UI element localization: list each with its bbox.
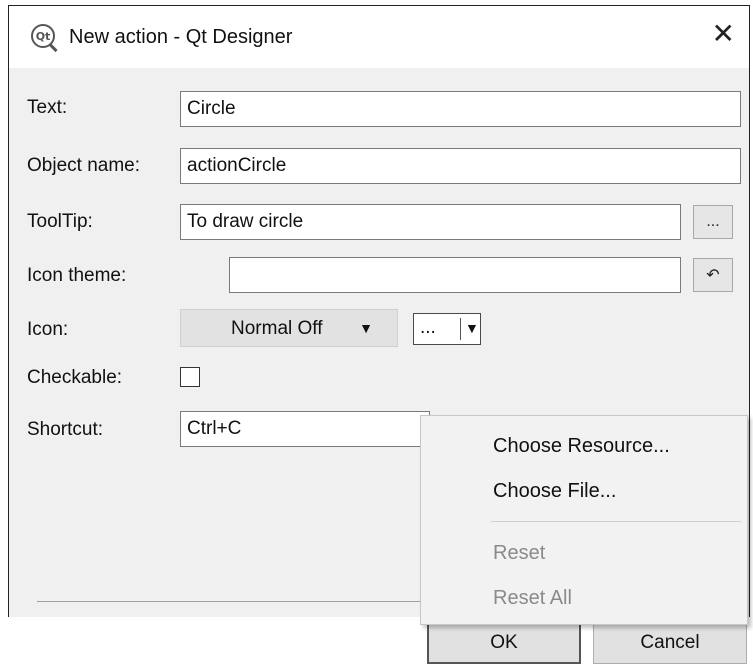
dialog-window: Qt New action - Qt Designer ✕ Text: Obje… <box>8 5 750 664</box>
window-title: New action - Qt Designer <box>69 26 293 48</box>
menu-item-reset-all: Reset All <box>493 587 572 609</box>
tooltip-label: ToolTip: <box>27 211 93 232</box>
separator-line <box>37 601 427 602</box>
ok-button[interactable]: OK <box>427 622 581 664</box>
text-label: Text: <box>27 97 68 118</box>
icon-dropdown-menu: Choose Resource... Choose File... Reset … <box>420 415 748 625</box>
icon-theme-field[interactable] <box>229 257 681 293</box>
icon-mode-value: Normal Off <box>231 318 323 339</box>
shortcut-label: Shortcut: <box>27 419 104 440</box>
text-field[interactable] <box>180 91 741 127</box>
checkable-label: Checkable: <box>27 367 123 388</box>
shortcut-field[interactable] <box>180 411 430 447</box>
tool-button-divider <box>460 318 461 340</box>
title-bar: Qt New action - Qt Designer ✕ <box>9 6 749 68</box>
menu-item-reset: Reset <box>493 542 546 564</box>
undo-arrow-icon: ↶ <box>706 267 720 284</box>
icon-theme-reset-button[interactable]: ↶ <box>693 258 733 292</box>
tooltip-edit-button[interactable]: ... <box>693 205 733 239</box>
icon-theme-label: Icon theme: <box>27 265 127 286</box>
object-name-label: Object name: <box>27 155 140 176</box>
icon-tool-button-label: ... <box>420 317 436 338</box>
icon-mode-combo[interactable]: Normal Off ▼ <box>180 309 398 347</box>
qt-icon: Qt <box>31 24 55 48</box>
icon-label: Icon: <box>27 319 69 340</box>
cancel-button[interactable]: Cancel <box>593 622 747 664</box>
chevron-down-icon[interactable]: ▼ <box>465 320 479 336</box>
tooltip-field[interactable] <box>180 204 681 240</box>
close-icon[interactable]: ✕ <box>712 20 735 48</box>
checkable-checkbox[interactable] <box>180 367 200 387</box>
icon-menu-tool-button[interactable]: ... ▼ <box>413 313 481 345</box>
menu-separator <box>491 521 741 522</box>
object-name-field[interactable] <box>180 148 741 184</box>
dialog-body: Text: Object name: ToolTip: ... Icon the… <box>9 68 749 664</box>
menu-item-choose-file[interactable]: Choose File... <box>493 480 616 503</box>
menu-item-choose-resource[interactable]: Choose Resource... <box>493 435 670 458</box>
chevron-down-icon: ▼ <box>359 320 373 336</box>
